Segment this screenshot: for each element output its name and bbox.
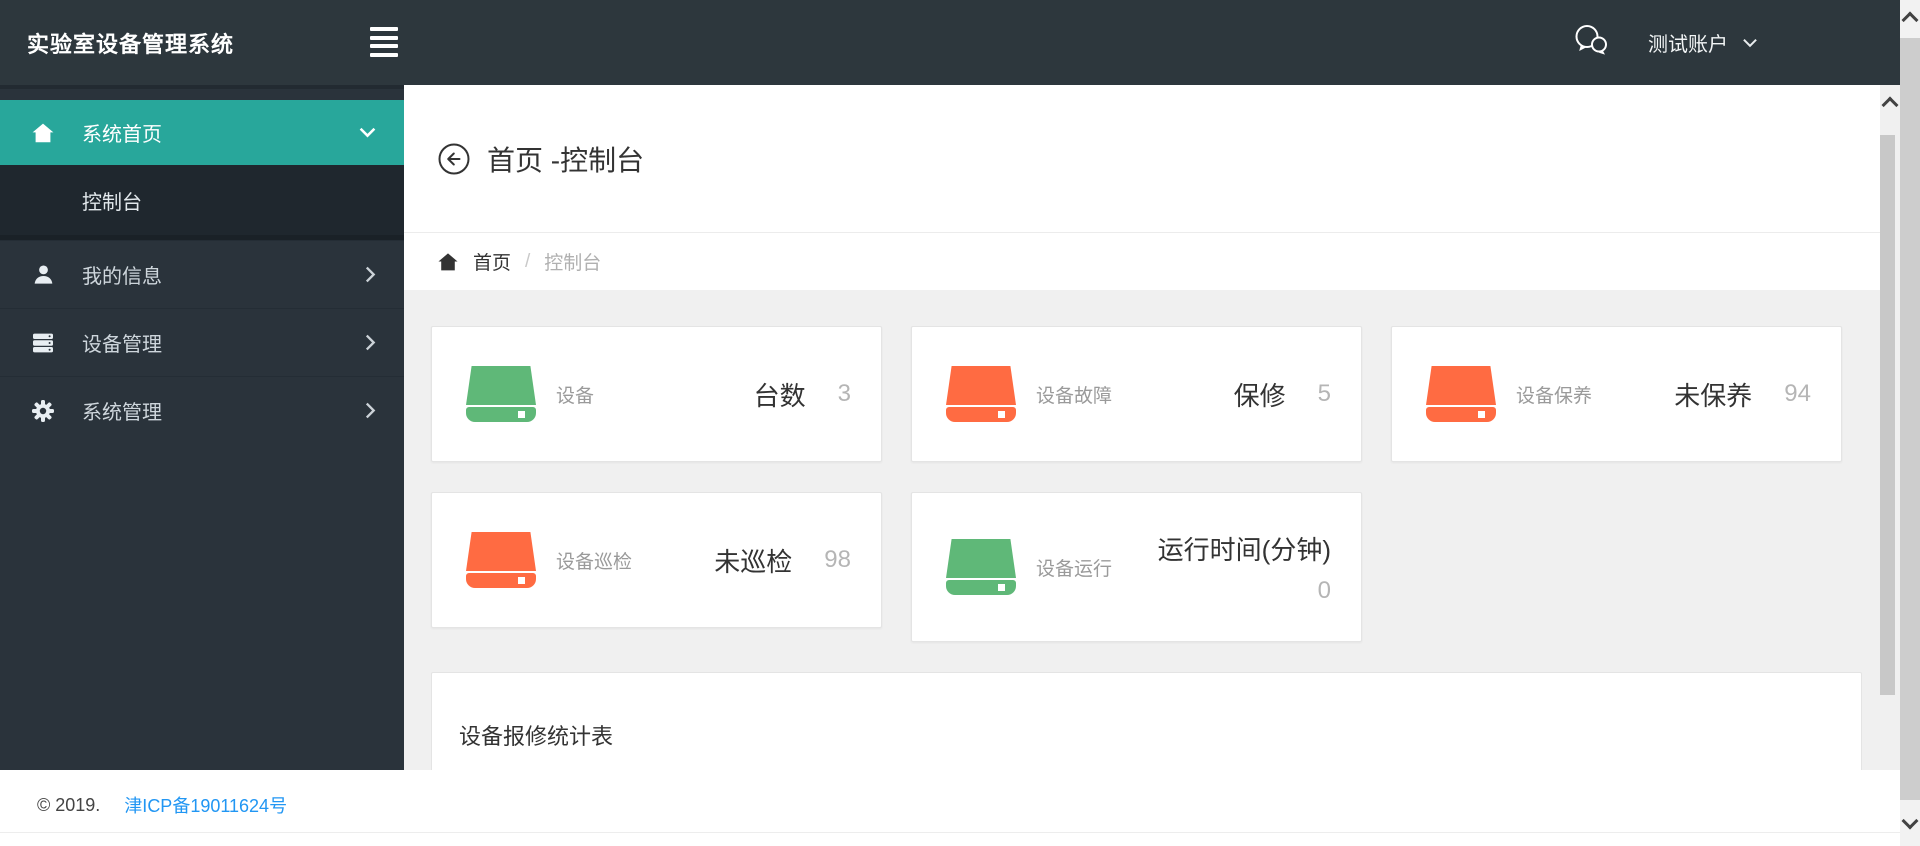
scrollbar-thumb[interactable] — [1900, 38, 1920, 800]
stat-metric: 台数 — [753, 380, 806, 411]
caret-down-icon — [1743, 38, 1757, 47]
sidebar: 系统首页 控制台 我的信息 设备管理 系统管理 — [0, 85, 404, 770]
stat-value: 3 — [837, 380, 851, 407]
hdd-icon — [946, 539, 1016, 595]
user-name: 测试账户 — [1648, 34, 1728, 56]
user-icon — [30, 263, 56, 286]
stat-value: 0 — [1317, 576, 1331, 604]
chevron-right-icon — [365, 334, 376, 351]
main-content: 首页 -控制台 首页 / 控制台 设备 台数 3 设备故障 保修 5 设备保养 … — [404, 85, 1900, 770]
scrollbar-thumb[interactable] — [1880, 135, 1895, 695]
chat-icon — [1575, 25, 1607, 55]
stat-label: 设备故障 — [1036, 385, 1113, 407]
stat-card-equipment[interactable]: 设备 台数 3 — [431, 326, 882, 462]
chevron-down-icon — [1901, 812, 1919, 830]
window-scrollbar[interactable] — [1900, 0, 1920, 846]
panel-title: 设备报修统计表 — [459, 724, 614, 749]
app-title: 实验室设备管理系统 — [27, 31, 235, 57]
page-title: 首页 -控制台 — [487, 144, 645, 176]
stat-label: 设备 — [556, 385, 595, 407]
sidebar-subitem-label: 控制台 — [82, 191, 142, 214]
gear-icon — [30, 399, 56, 423]
stat-value: 94 — [1784, 380, 1811, 407]
scroll-down-button[interactable] — [1900, 800, 1920, 842]
back-button[interactable] — [437, 142, 471, 176]
sidebar-item-label: 设备管理 — [82, 334, 162, 356]
stat-metric: 未保养 — [1674, 380, 1753, 411]
scroll-up-button[interactable] — [1880, 87, 1900, 123]
sidebar-item-label: 系统管理 — [82, 402, 162, 424]
hdd-icon — [466, 366, 536, 422]
breadcrumb-current: 控制台 — [544, 253, 602, 274]
stat-label: 设备运行 — [1036, 558, 1113, 580]
stat-metric: 保修 — [1233, 380, 1286, 411]
home-icon — [30, 121, 56, 145]
hdd-icon — [946, 366, 1016, 422]
stat-card-runtime[interactable]: 设备运行 运行时间(分钟) 0 — [911, 492, 1362, 642]
stat-cards: 设备 台数 3 设备故障 保修 5 设备保养 未保养 94 设备巡检 未巡检 9… — [431, 326, 1862, 642]
hamburger-icon — [370, 27, 398, 31]
footer: © 2019. 津ICP备19011624号 — [0, 770, 1920, 846]
stat-card-inspection[interactable]: 设备巡检 未巡检 98 — [431, 492, 882, 628]
sidebar-subitem-console[interactable]: 控制台 — [0, 165, 404, 235]
breadcrumb: 首页 / 控制台 — [404, 232, 1900, 290]
chevron-up-icon — [1881, 96, 1899, 114]
breadcrumb-separator: / — [525, 250, 531, 272]
sidebar-toggle-button[interactable] — [370, 27, 398, 57]
user-menu[interactable]: 测试账户 — [1648, 0, 1758, 85]
hdd-icon — [1426, 366, 1496, 422]
sidebar-submenu: 控制台 — [0, 165, 404, 240]
sidebar-item-my-info[interactable]: 我的信息 — [0, 240, 404, 308]
sidebar-item-system-admin[interactable]: 系统管理 — [0, 376, 404, 444]
breadcrumb-home-link[interactable]: 首页 — [473, 248, 511, 275]
messages-button[interactable] — [1572, 23, 1610, 57]
stat-card-maintenance[interactable]: 设备保养 未保养 94 — [1391, 326, 1842, 462]
stat-metric: 运行时间(分钟) — [1157, 534, 1331, 565]
sidebar-item-label: 我的信息 — [82, 266, 162, 288]
sidebar-item-label: 系统首页 — [82, 124, 162, 146]
sidebar-item-system-home[interactable]: 系统首页 — [0, 100, 404, 165]
stat-metric: 未巡检 — [714, 546, 793, 577]
stat-card-fault[interactable]: 设备故障 保修 5 — [911, 326, 1362, 462]
chevron-up-icon — [1901, 11, 1919, 29]
dashboard-body: 设备 台数 3 设备故障 保修 5 设备保养 未保养 94 设备巡检 未巡检 9… — [404, 290, 1900, 770]
copyright-text: © 2019. — [37, 794, 101, 815]
hdd-icon — [466, 532, 536, 588]
home-icon — [438, 252, 458, 270]
sidebar-item-equipment[interactable]: 设备管理 — [0, 308, 404, 376]
icp-link[interactable]: 津ICP备19011624号 — [124, 792, 287, 818]
server-icon — [30, 331, 56, 355]
chevron-right-icon — [365, 402, 376, 419]
chevron-right-icon — [365, 266, 376, 283]
content-scrollbar[interactable] — [1880, 85, 1900, 770]
stat-value: 5 — [1317, 380, 1331, 407]
breadcrumb-home-icon-link[interactable] — [437, 251, 459, 273]
stat-value: 98 — [824, 546, 851, 573]
scroll-up-button[interactable] — [1900, 2, 1920, 38]
stat-label: 设备巡检 — [556, 551, 633, 573]
app-window: 实验室设备管理系统 测试账户 系统首页 控制台 我的信息 设备管理 系统管理 首… — [0, 0, 1920, 846]
page-header: 首页 -控制台 — [404, 85, 1900, 232]
top-header: 实验室设备管理系统 测试账户 — [0, 0, 1920, 85]
chevron-down-icon — [359, 127, 376, 138]
arrow-circle-left-icon — [438, 143, 470, 174]
repair-stats-panel: 设备报修统计表 — [431, 672, 1862, 770]
stat-label: 设备保养 — [1516, 385, 1593, 407]
